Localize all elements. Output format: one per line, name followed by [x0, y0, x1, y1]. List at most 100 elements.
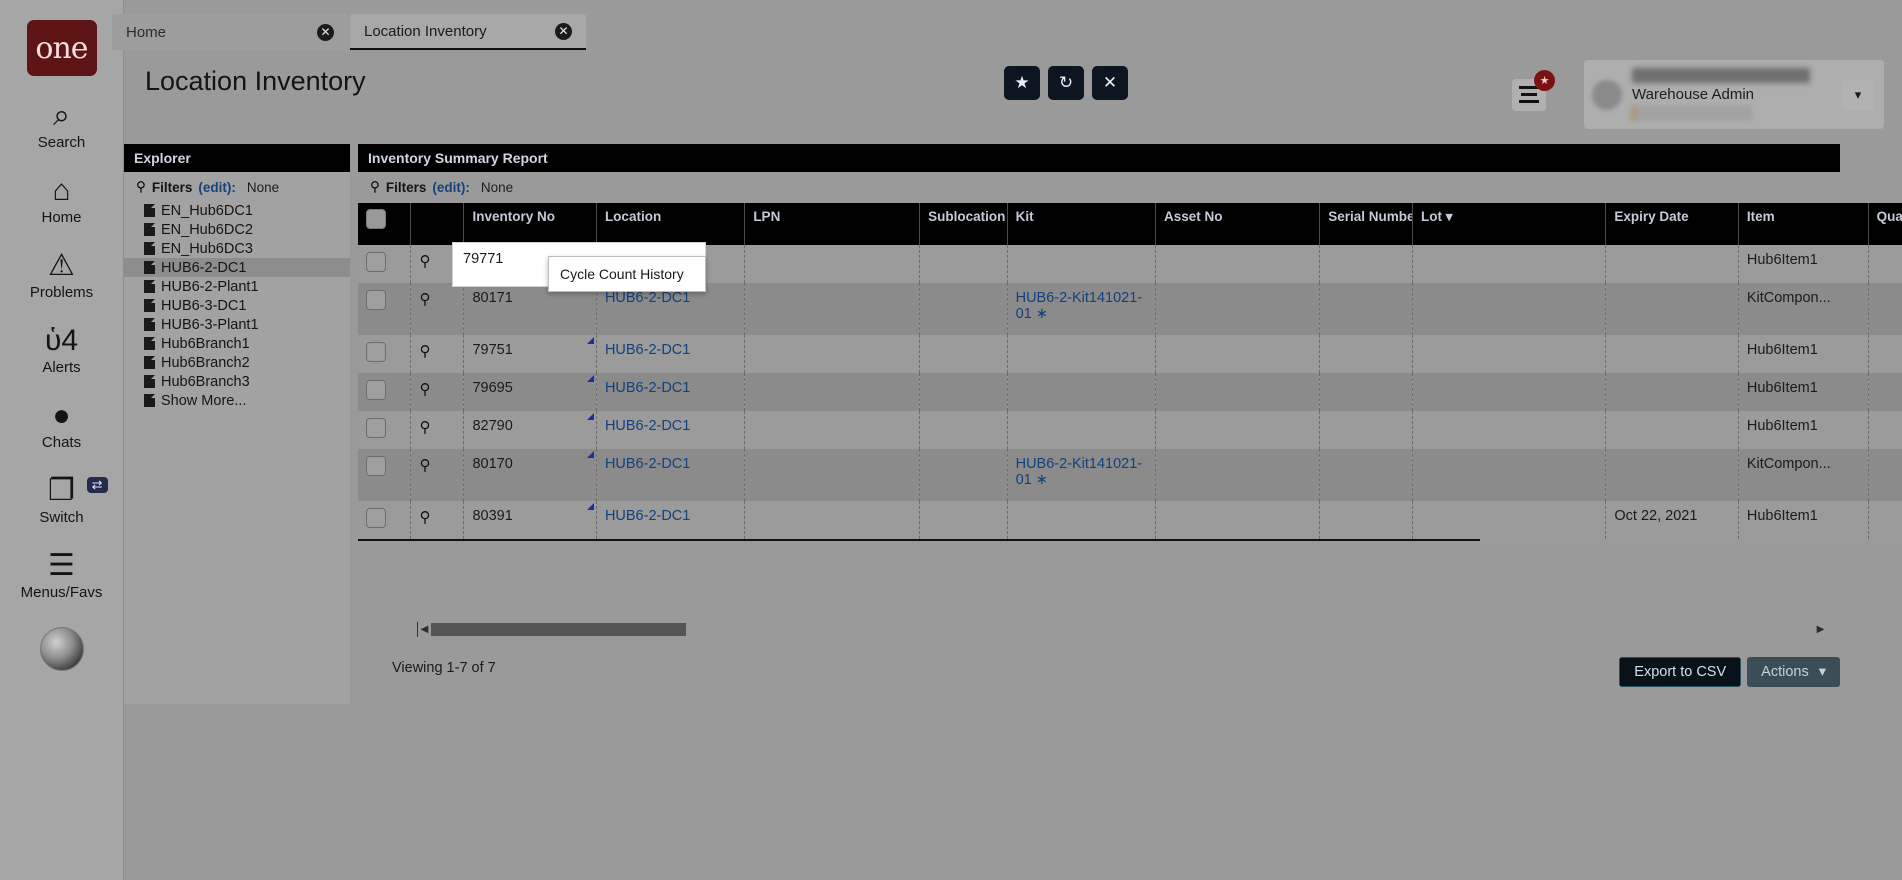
cell-quantity[interactable]: [1868, 245, 1902, 283]
cell-asset_no[interactable]: [1155, 501, 1319, 539]
inventory-detail-icon[interactable]: ⚲: [419, 419, 430, 436]
column-header-quantity[interactable]: Quantity: [1868, 203, 1902, 245]
close-icon[interactable]: ✕: [555, 23, 572, 40]
explorer-item-hub6-2-plant1[interactable]: HUB6-2-Plant1: [124, 277, 350, 296]
cell-serial_number[interactable]: [1320, 373, 1413, 411]
cell-checkbox[interactable]: [358, 335, 411, 373]
close-button[interactable]: ✕: [1092, 66, 1128, 100]
cell-asset_no[interactable]: [1155, 335, 1319, 373]
cell-icon[interactable]: ⚲: [411, 335, 464, 373]
nav-item-chats[interactable]: ●Chats: [2, 400, 122, 451]
explorer-item-hub6branch3[interactable]: Hub6Branch3: [124, 372, 350, 391]
row-checkbox[interactable]: [366, 418, 386, 438]
cell-lpn[interactable]: [745, 335, 920, 373]
cell-icon[interactable]: ⚲: [411, 501, 464, 539]
cell-checkbox[interactable]: [358, 501, 411, 539]
cell-icon[interactable]: ⚲: [411, 283, 464, 335]
cell-sublocation[interactable]: [920, 411, 1007, 449]
cell-inventory_no[interactable]: 80170: [464, 449, 596, 501]
cell-lot[interactable]: [1412, 449, 1605, 501]
favorite-button[interactable]: ★: [1004, 66, 1040, 100]
table-row[interactable]: ⚲80170HUB6-2-DC1HUB6-2-Kit141021-01 ∗Kit…: [358, 449, 1902, 501]
cell-location[interactable]: HUB6-2-DC1: [596, 373, 744, 411]
row-checkbox[interactable]: [366, 342, 386, 362]
cell-serial_number[interactable]: [1320, 283, 1413, 335]
scrollbar-thumb[interactable]: [431, 623, 686, 636]
cell-kit[interactable]: [1007, 373, 1155, 411]
tab-home[interactable]: Home✕: [112, 14, 348, 50]
column-header-lpn[interactable]: LPN: [745, 203, 920, 245]
cell-sublocation[interactable]: [920, 449, 1007, 501]
cell-serial_number[interactable]: [1320, 245, 1413, 283]
cell-location[interactable]: HUB6-2-DC1: [596, 449, 744, 501]
explorer-item-hub6branch1[interactable]: Hub6Branch1: [124, 334, 350, 353]
column-header-icon[interactable]: [411, 203, 464, 245]
cell-checkbox[interactable]: [358, 373, 411, 411]
refresh-button[interactable]: ↻: [1048, 66, 1084, 100]
cell-inventory_no[interactable]: 82790: [464, 411, 596, 449]
cell-asset_no[interactable]: [1155, 373, 1319, 411]
row-checkbox[interactable]: [366, 290, 386, 310]
inventory-detail-icon[interactable]: ⚲: [419, 509, 430, 526]
cell-kit[interactable]: HUB6-2-Kit141021-01 ∗: [1007, 283, 1155, 335]
cell-sublocation[interactable]: [920, 245, 1007, 283]
scroll-right-arrow[interactable]: ▶: [1814, 624, 1827, 635]
cell-inventory_no[interactable]: 79695: [464, 373, 596, 411]
cell-kit[interactable]: [1007, 245, 1155, 283]
cell-checkbox[interactable]: [358, 283, 411, 335]
table-row[interactable]: ⚲80391HUB6-2-DC1Oct 22, 2021Hub6Item1: [358, 501, 1902, 539]
cell-quantity[interactable]: [1868, 501, 1902, 539]
cell-icon[interactable]: ⚲: [411, 411, 464, 449]
cell-icon[interactable]: ⚲: [411, 449, 464, 501]
scrollbar-track[interactable]: [431, 623, 1814, 636]
cell-lpn[interactable]: [745, 501, 920, 539]
cell-inventory_no[interactable]: 80391: [464, 501, 596, 539]
nav-item-switch[interactable]: ❐Switch⇄: [2, 475, 122, 526]
select-all-checkbox[interactable]: [366, 209, 386, 229]
row-checkbox[interactable]: [366, 508, 386, 528]
column-header-sublocation[interactable]: Sublocation: [920, 203, 1007, 245]
table-row[interactable]: ⚲ 82790HUB6-2-DC1 Hub6Item1: [358, 411, 1902, 449]
explorer-item-hub6-3-plant1[interactable]: HUB6-3-Plant1: [124, 315, 350, 334]
sort-descending-icon[interactable]: ▾: [1442, 209, 1453, 224]
explorer-item-hub6-2-dc1[interactable]: HUB6-2-DC1: [124, 258, 350, 277]
menus-favs-button[interactable]: ★: [1512, 79, 1546, 111]
cell-icon[interactable]: ⚲: [411, 373, 464, 411]
nav-item-search[interactable]: ⌕Search: [2, 100, 122, 151]
cell-expiry_date[interactable]: [1606, 373, 1738, 411]
cell-lpn[interactable]: [745, 449, 920, 501]
cell-item[interactable]: Hub6Item1: [1738, 411, 1868, 449]
cell-location[interactable]: HUB6-2-DC1: [596, 411, 744, 449]
switch-badge-icon[interactable]: ⇄: [87, 477, 108, 493]
cell-kit[interactable]: [1007, 411, 1155, 449]
report-filters-row[interactable]: ⚲ Filters (edit): None: [358, 172, 1840, 199]
cell-lot[interactable]: [1412, 373, 1605, 411]
column-header-serial_number[interactable]: Serial Number: [1320, 203, 1413, 245]
cell-sublocation[interactable]: [920, 335, 1007, 373]
cell-sublocation[interactable]: [920, 283, 1007, 335]
horizontal-scrollbar[interactable]: ◀ ▶: [417, 622, 1827, 637]
inventory-detail-icon[interactable]: ⚲: [419, 343, 430, 360]
cell-serial_number[interactable]: [1320, 411, 1413, 449]
cell-lpn[interactable]: [745, 245, 920, 283]
cell-lpn[interactable]: [745, 411, 920, 449]
table-row[interactable]: ⚲79751HUB6-2-DC1Hub6Item1: [358, 335, 1902, 373]
cell-quantity[interactable]: [1868, 411, 1902, 449]
cell-asset_no[interactable]: [1155, 411, 1319, 449]
close-icon[interactable]: ✕: [317, 24, 334, 41]
row-checkbox[interactable]: [366, 380, 386, 400]
inventory-detail-icon[interactable]: ⚲: [419, 291, 430, 308]
column-header-lot[interactable]: Lot ▾: [1412, 203, 1605, 245]
column-header-kit[interactable]: Kit: [1007, 203, 1155, 245]
actions-button[interactable]: Actions ▾: [1747, 657, 1840, 687]
cell-lot[interactable]: [1412, 245, 1605, 283]
nav-item-menus-favs[interactable]: ☰Menus/Favs: [2, 550, 122, 601]
cell-checkbox[interactable]: [358, 411, 411, 449]
inventory-detail-icon[interactable]: ⚲: [419, 253, 430, 270]
cell-kit[interactable]: [1007, 335, 1155, 373]
row-checkbox[interactable]: [366, 252, 386, 272]
explorer-filters-row[interactable]: ⚲ Filters (edit): None: [124, 172, 350, 199]
cell-lot[interactable]: [1412, 411, 1605, 449]
nav-item-problems[interactable]: ⚠Problems: [2, 250, 122, 301]
cell-lpn[interactable]: [745, 283, 920, 335]
